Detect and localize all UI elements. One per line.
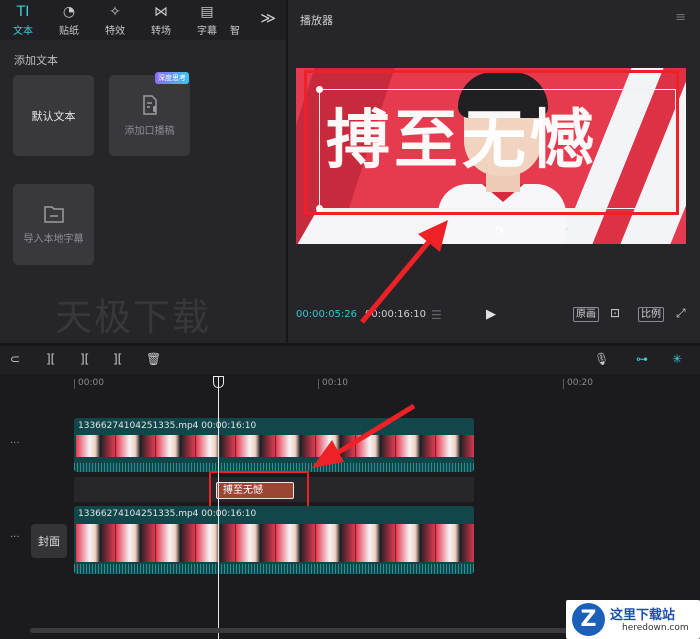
section-title: 添加文本 [14,54,58,67]
time-ruler[interactable]: 00:00 00:10 00:20 [74,378,700,394]
text-icon: TI [16,3,30,20]
player-panel: 播放器 ≡ 搏至无憾 ⟳ 00:00:05:26 00:00:16:10 ☰ ▶… [288,0,700,343]
play-icon[interactable]: ▶ [486,307,496,322]
clip-label: 1336627410425​1335.mp4 00:00:16:10 [78,509,257,519]
playhead-line[interactable] [218,376,219,639]
tab-text[interactable]: TI 文本 [0,0,46,40]
sparkle-icon: ✧ [109,3,121,20]
logo-title: 这里下载站 [610,608,676,623]
timeline-scrollbar[interactable] [30,628,600,633]
subtitle-icon: ▤ [200,3,214,20]
list-icon[interactable]: ☰ [431,308,442,322]
material-toolbar: TI 文本 ◔ 贴纸 ✧ 特效 ⋈ 转场 ▤ 字幕 智 ≫ [0,0,286,40]
card-label: 导入本地字幕 [23,234,84,245]
folder-icon [43,206,64,223]
timeline-toolbar: ⊂ ][ ][ ][ 🗑 🎙 ⊶ ✳ [0,346,700,374]
clip-label: 1336627410425​1335.mp4 00:00:16:10 [78,421,257,431]
tab-sticker[interactable]: ◔ 贴纸 [46,0,92,40]
microphone-icon[interactable]: 🎙 [594,352,609,366]
logo-mark: Z [572,603,605,636]
logo-domain: heredown.com [622,623,689,633]
split-left-icon[interactable]: ][ [80,352,89,366]
watermark: 天极下载 [55,296,211,339]
total-time: 00:00:16:10 [365,309,427,320]
deep-think-badge: 深度思考 [155,72,189,84]
undo-icon[interactable]: ⊂ [10,352,20,366]
tab-effects[interactable]: ✧ 特效 [92,0,138,40]
add-script-card[interactable]: 深度思考 添加口播稿 [109,72,190,156]
ratio-button[interactable]: 比例 [638,307,664,322]
split-icon[interactable]: ][ [46,352,55,366]
current-time: 00:00:05:26 [296,309,358,320]
split-right-icon[interactable]: ][ [113,352,122,366]
card-label: 添加口播稿 [124,126,175,137]
fit-screen-icon[interactable]: ⊡ [610,306,620,320]
sticker-icon: ◔ [62,3,76,20]
player-title: 播放器 [300,14,333,27]
tab-subtitle[interactable]: ▤ 字幕 [184,0,230,40]
card-label: 默认文本 [31,109,76,123]
site-logo: Z 这里下载站 heredown.com [566,600,700,639]
more-tabs-icon[interactable]: ≫ [260,9,276,27]
link-toggle-icon[interactable]: ⊶ [636,352,648,366]
menu-icon[interactable]: ≡ [675,10,686,25]
document-mic-icon [142,95,157,115]
main-video-clip[interactable]: 1336627410425​1335.mp4 00:00:16:10 [74,506,474,574]
transition-icon: ⋈ [154,3,168,20]
text-panel: TI 文本 ◔ 贴纸 ✧ 特效 ⋈ 转场 ▤ 字幕 智 ≫ 添加文本 默认文本 … [0,0,286,343]
tab-transition[interactable]: ⋈ 转场 [138,0,184,40]
fullscreen-icon[interactable]: ⤢ [676,306,686,321]
rotate-icon[interactable]: ⟳ [495,224,505,238]
snap-toggle-icon[interactable]: ✳ [672,352,682,366]
import-subtitle-card[interactable]: 导入本地字幕 [13,184,94,265]
delete-icon[interactable]: 🗑 [146,352,161,366]
cover-button[interactable]: 封面 [31,524,67,558]
annotation-box [304,70,679,215]
track-menu-icon[interactable]: ··· [10,438,36,449]
original-quality-button[interactable]: 原画 [573,307,599,322]
tab-smart[interactable]: 智 [230,0,254,40]
default-text-card[interactable]: 默认文本 [13,75,94,156]
video-clip-overlay[interactable]: 1336627410425​1335.mp4 00:00:16:10 [74,418,474,472]
playhead-handle[interactable] [213,376,224,388]
